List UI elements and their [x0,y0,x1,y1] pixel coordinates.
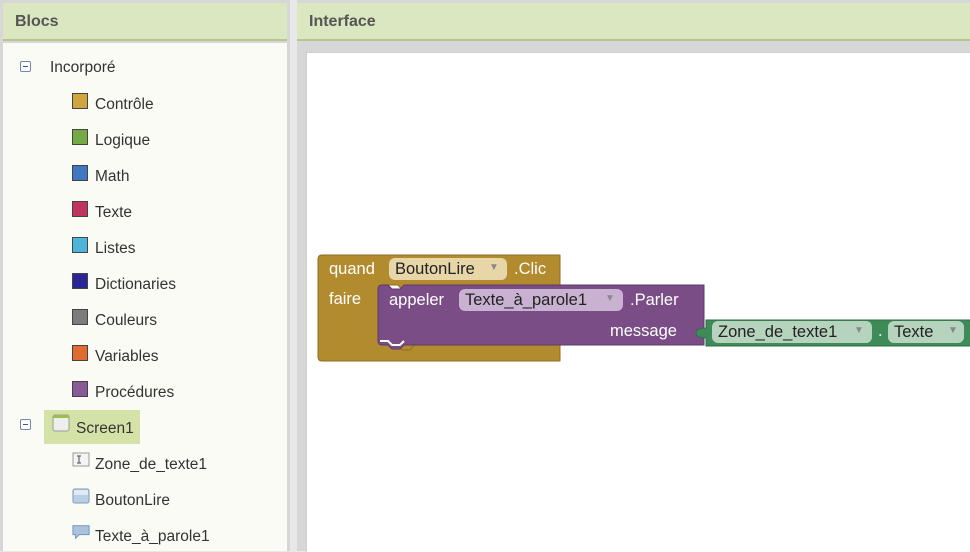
blocks-panel-header: Blocs [3,3,287,41]
chevron-down-icon: ▼ [948,325,958,336]
logique-swatch-icon [72,129,88,145]
couleurs-swatch-icon [72,309,88,325]
component-dropdown-boutonlire[interactable]: BoutonLire ▼ [389,258,507,280]
do-label: faire [329,290,362,308]
textbox-icon [72,452,90,467]
message-arg-label: message [610,322,677,340]
viewer-panel-header: Interface [297,3,970,41]
component-dropdown-zone-de-texte1[interactable]: Zone_de_texte1 ▼ [712,321,872,343]
button-icon [72,488,90,504]
math-swatch-icon [72,165,88,181]
screen-icon [52,414,70,432]
dictionaries-swatch-icon [72,273,88,289]
event-name: .Clic [514,260,547,278]
screen1-label: Screen1 [76,420,134,437]
tree-item-screen1[interactable]: Screen1 [44,410,140,444]
viewer-panel: Interface quand BoutonLire ▼ .Clic faire… [297,0,970,552]
category-label: Contrôle [95,96,154,113]
property-dropdown-label: Texte [894,323,934,341]
chevron-down-icon: ▼ [854,325,864,336]
component-dropdown-texte-a-parole1[interactable]: Texte_à_parole1 ▼ [459,289,623,311]
when-label: quand [329,260,375,278]
speech-icon [72,525,90,540]
category-label: Logique [95,132,151,149]
component-dropdown-label: BoutonLire [395,260,475,278]
listes-swatch-icon [72,237,88,253]
blocks-tree: Incorporé Contrôle Logique Math Texte Li… [3,43,287,551]
blocks-panel-title: Blocs [15,13,59,30]
chevron-down-icon: ▼ [605,293,615,304]
getter-dot: . [878,322,883,340]
component-dropdown-label: Texte_à_parole1 [465,291,588,309]
blocks-panel: Blocs Incorporé Contrôle Logique Math Te… [0,0,290,551]
component-label: Zone_de_texte1 [95,456,208,473]
variables-swatch-icon [72,345,88,361]
procedures-swatch-icon [72,381,88,397]
component-label: Texte_à_parole1 [95,528,210,545]
category-label: Listes [95,240,136,257]
texte-swatch-icon [72,201,88,217]
method-name: .Parler [630,291,679,309]
category-label: Procédures [95,384,175,401]
component-dropdown-label: Zone_de_texte1 [718,323,838,341]
collapse-builtin-toggle[interactable] [20,61,31,72]
component-label: BoutonLire [95,492,170,509]
category-label: Couleurs [95,312,158,329]
blocks-workspace[interactable]: quand BoutonLire ▼ .Clic faire appeler T… [306,52,970,552]
category-label: Dictionaries [95,276,176,293]
viewer-panel-title: Interface [309,13,376,30]
controle-swatch-icon [72,93,88,109]
category-label: Texte [95,204,133,221]
property-dropdown-texte[interactable]: Texte ▼ [888,321,964,343]
category-label: Math [95,168,130,185]
chevron-down-icon: ▼ [489,262,499,273]
category-label: Variables [95,348,159,365]
collapse-screen-toggle[interactable] [20,419,31,430]
tree-item-builtin[interactable]: Incorporé [50,59,115,77]
call-label: appeler [389,291,445,309]
